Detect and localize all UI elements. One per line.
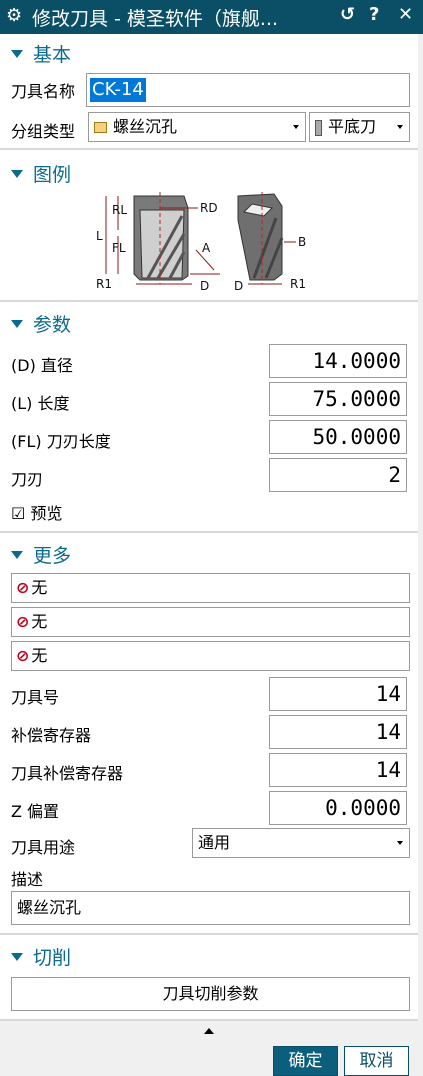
tool-comp-register-label: 刀具补偿寄存器 xyxy=(11,764,124,783)
no-entry-icon: ⊘ xyxy=(16,646,30,665)
help-icon[interactable]: ? xyxy=(369,4,379,25)
cut-header[interactable]: 切削 xyxy=(11,943,71,970)
folder-icon xyxy=(94,122,107,133)
preview-checkbox[interactable]: ☑ 预览 xyxy=(11,500,62,524)
more-header[interactable]: 更多 xyxy=(11,541,71,568)
tool-name-value: CK-14 xyxy=(90,78,146,102)
label-d-right: D xyxy=(234,279,243,293)
tool-type-select[interactable]: 平底刀 xyxy=(309,112,410,142)
ok-button[interactable]: 确定 xyxy=(273,1046,338,1076)
tool-diagram: RL RD L FL A R1 D B D R1 xyxy=(96,192,306,293)
cutting-params-button[interactable]: 刀具切削参数 xyxy=(11,977,410,1011)
flute-length-label: (FL) 刀刃长度 xyxy=(11,432,111,451)
legend-section: 图例 RL RD L FL A R1 D B D R1 xyxy=(0,150,418,302)
description-label: 描述 xyxy=(11,870,44,889)
basic-section: 基本 刀具名称 CK-14 分组类型 螺丝沉孔 平底刀 xyxy=(0,34,418,150)
checkbox-icon: ☑ xyxy=(11,504,26,523)
cut-section: 切削 刀具切削参数 xyxy=(0,935,418,1021)
label-r1: R1 xyxy=(96,277,112,291)
z-offset-label: Z 偏置 xyxy=(11,802,60,821)
close-icon[interactable]: ✕ xyxy=(398,4,413,25)
chevron-down-icon xyxy=(397,125,403,129)
collapse-triangle-icon xyxy=(11,952,23,961)
diameter-input[interactable]: 14.0000 xyxy=(269,344,407,378)
usage-select[interactable]: 通用 xyxy=(192,828,410,858)
label-r1-right: R1 xyxy=(290,277,306,291)
more-section: 更多 ⊘ 无 ⊘ 无 ⊘ 无 刀具号 14 补偿寄存器 14 刀具补偿寄存器 14 Z… xyxy=(0,533,418,935)
length-label: (L) 长度 xyxy=(11,394,70,413)
usage-label: 刀具用途 xyxy=(11,838,76,857)
label-fl: FL xyxy=(112,241,126,255)
flutes-label: 刀刃 xyxy=(11,470,44,489)
tool-number-label: 刀具号 xyxy=(11,688,60,707)
label-l: L xyxy=(96,229,103,243)
flat-mill-icon xyxy=(315,119,322,136)
tool-number-input[interactable]: 14 xyxy=(269,677,407,711)
label-rl: RL xyxy=(112,203,127,217)
none-item-2[interactable]: ⊘ 无 xyxy=(11,607,410,637)
tool-comp-register-input[interactable]: 14 xyxy=(269,753,407,787)
diameter-label: (D) 直径 xyxy=(11,356,73,375)
collapse-triangle-icon xyxy=(11,550,23,559)
label-b: B xyxy=(298,235,306,249)
z-offset-input[interactable]: 0.0000 xyxy=(269,791,407,825)
collapse-triangle-icon xyxy=(11,49,23,58)
no-entry-icon: ⊘ xyxy=(16,578,30,597)
params-section: 参数 (D) 直径 14.0000 (L) 长度 75.0000 (FL) 刀刃… xyxy=(0,302,418,533)
refresh-icon[interactable]: ↺ xyxy=(340,4,355,25)
window-title: 修改刀具 - 模圣软件（旗舰... xyxy=(32,8,279,30)
legend-header[interactable]: 图例 xyxy=(11,160,71,187)
collapse-arrow-icon[interactable] xyxy=(204,1028,214,1034)
comp-register-label: 补偿寄存器 xyxy=(11,726,92,745)
no-entry-icon: ⊘ xyxy=(16,612,30,631)
label-a: A xyxy=(202,241,211,255)
chevron-down-icon xyxy=(293,125,299,129)
params-header[interactable]: 参数 xyxy=(11,310,71,337)
basic-header[interactable]: 基本 xyxy=(11,40,71,67)
collapse-triangle-icon xyxy=(11,169,23,178)
group-type-label: 分组类型 xyxy=(11,122,76,141)
collapse-triangle-icon xyxy=(11,319,23,328)
title-bar: ⚙ 修改刀具 - 模圣软件（旗舰... ↺ ? ✕ xyxy=(0,0,423,34)
tool-name-input[interactable]: CK-14 xyxy=(86,73,410,107)
cancel-button[interactable]: 取消 xyxy=(344,1046,409,1076)
none-item-1[interactable]: ⊘ 无 xyxy=(11,573,410,603)
label-rd: RD xyxy=(200,201,218,215)
description-input[interactable]: 螺丝沉孔 xyxy=(11,891,410,925)
label-d: D xyxy=(200,279,209,293)
length-input[interactable]: 75.0000 xyxy=(269,382,407,416)
comp-register-input[interactable]: 14 xyxy=(269,715,407,749)
group-select[interactable]: 螺丝沉孔 xyxy=(88,112,306,142)
flute-length-input[interactable]: 50.0000 xyxy=(269,420,407,454)
tool-name-label: 刀具名称 xyxy=(11,82,76,101)
chevron-down-icon xyxy=(397,841,403,845)
none-item-3[interactable]: ⊘ 无 xyxy=(11,641,410,671)
flutes-input[interactable]: 2 xyxy=(269,458,407,492)
gear-icon[interactable]: ⚙ xyxy=(6,5,22,26)
